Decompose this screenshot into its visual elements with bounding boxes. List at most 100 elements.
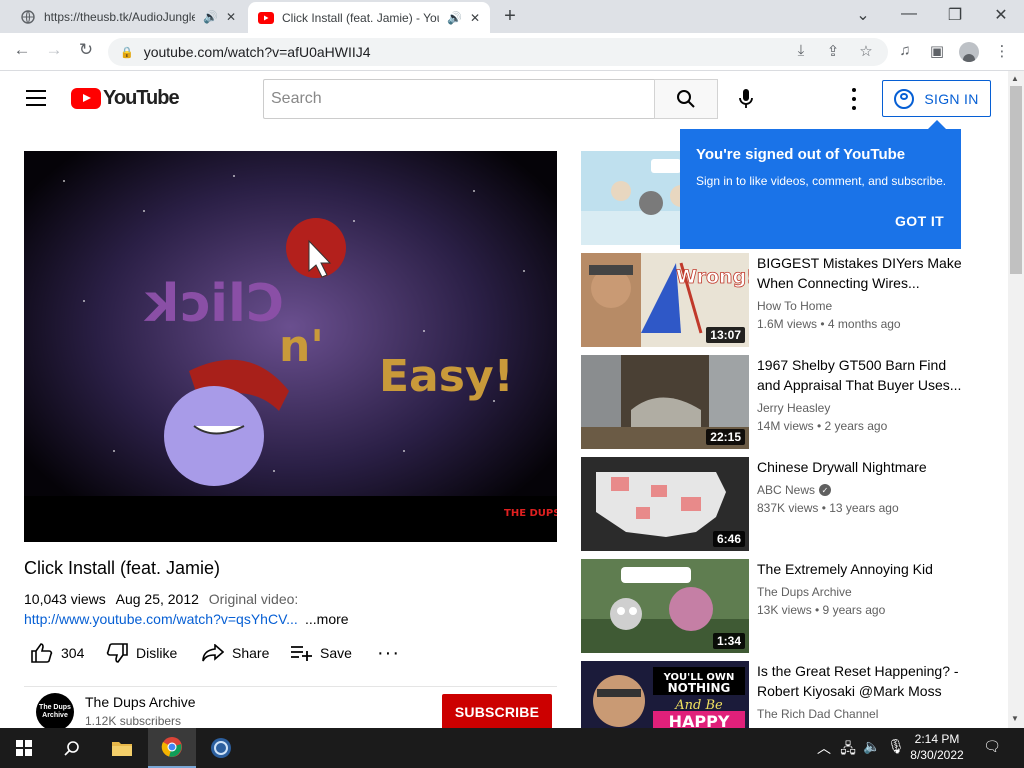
restore-button[interactable]: ❐ — [940, 5, 970, 25]
microphone-icon[interactable]: 🎙 — [886, 738, 906, 755]
audio-playing-icon[interactable]: 🔊 — [447, 11, 462, 25]
clock-time: 2:14 PM — [914, 732, 960, 746]
show-hidden-icons-chevron-icon[interactable]: ︿ — [814, 738, 834, 758]
search-input[interactable]: Search — [263, 79, 655, 119]
rec-thumb-text: NOTHING — [668, 681, 731, 695]
tab-search-icon[interactable]: ⌄ — [848, 5, 878, 25]
rec-thumbnail[interactable]: 1:34 — [581, 559, 749, 653]
dislike-button[interactable]: Dislike — [106, 642, 177, 664]
tab-title: https://theusb.tk/AudioJungle — [44, 9, 195, 24]
save-button[interactable]: Save — [290, 642, 352, 664]
audio-playing-icon[interactable]: 🔊 — [203, 10, 218, 24]
bookmark-star-icon[interactable]: ☆ — [855, 42, 877, 60]
chrome-taskbar-button[interactable] — [148, 728, 196, 768]
lock-icon[interactable]: 🔒 — [120, 46, 134, 59]
subscribe-button[interactable]: SUBSCRIBE — [442, 694, 552, 730]
video-duration: 6:46 — [712, 531, 745, 547]
taskbar-search-button[interactable] — [48, 728, 96, 768]
app-taskbar-button[interactable] — [197, 728, 245, 768]
got-it-button[interactable]: GOT IT — [895, 213, 944, 229]
close-tab-icon[interactable]: ✕ — [470, 11, 480, 25]
rec-thumbnail[interactable]: Wrong! 13:07 — [581, 253, 749, 347]
youtube-logo[interactable]: YouTube — [71, 87, 180, 110]
start-button[interactable] — [0, 728, 48, 768]
app-icon — [211, 738, 231, 758]
more-actions-icon[interactable]: ··· — [377, 642, 400, 664]
rec-item-5[interactable]: YOU'LL OWN NOTHING And Be HAPPY Is the Grea… — [581, 661, 981, 728]
rec-channel[interactable]: Jerry Heasley — [757, 401, 830, 415]
rec-title[interactable]: Is the Great Reset Happening? - Robert K… — [757, 661, 967, 701]
tab-title: Click Install (feat. Jamie) - YouTube — [282, 10, 439, 25]
share-icon[interactable]: ⇪ — [822, 42, 844, 60]
channel-avatar[interactable]: The Dups Archive — [36, 693, 74, 731]
file-explorer-button[interactable] — [98, 728, 146, 768]
rec-channel[interactable]: How To Home — [757, 299, 832, 313]
chrome-icon — [161, 737, 182, 757]
rec-thumbnail[interactable]: 6:46 — [581, 457, 749, 551]
rec-channel[interactable]: ABC News — [757, 483, 815, 497]
settings-menu-icon[interactable] — [844, 88, 864, 110]
channel-name[interactable]: The Dups Archive — [85, 694, 196, 710]
forward-arrow-icon[interactable]: → — [42, 40, 66, 60]
browser-menu-icon[interactable]: ⋮ — [991, 42, 1013, 60]
volume-icon[interactable]: 🔈 — [862, 738, 882, 755]
rec-title[interactable]: BIGGEST Mistakes DIYers Make When Connec… — [757, 253, 967, 293]
video-duration: 22:15 — [706, 429, 745, 445]
rec-thumbnail[interactable]: 22:15 — [581, 355, 749, 449]
rec-thumbnail[interactable]: YOU'LL OWN NOTHING And Be HAPPY — [581, 661, 749, 728]
frame-text-easy: Easy! — [379, 351, 514, 402]
video-frame: Click n' Easy! THE DUPS — [24, 151, 557, 542]
new-tab-button[interactable]: + — [498, 5, 522, 28]
voice-search-button[interactable] — [731, 84, 761, 114]
share-button[interactable]: Share — [202, 642, 269, 664]
rec-channel-row[interactable]: ABC News ✓ — [757, 483, 832, 497]
rec-channel[interactable]: The Dups Archive — [757, 585, 852, 599]
rec-item-4[interactable]: 1:34 The Extremely Annoying Kid The Dups… — [581, 559, 981, 653]
rec-item-2[interactable]: 22:15 1967 Shelby GT500 Barn Find and Ap… — [581, 355, 981, 449]
like-button[interactable]: 304 — [31, 642, 84, 664]
minimize-button[interactable]: — — [894, 5, 924, 23]
sign-in-label: SIGN IN — [924, 90, 979, 107]
original-video-label: Original video: — [208, 591, 299, 607]
install-app-icon[interactable]: ⤓ — [790, 42, 812, 59]
tab-audiojungle[interactable]: https://theusb.tk/AudioJungle 🔊 ✕ — [10, 0, 246, 33]
side-panel-icon[interactable]: ▣ — [926, 42, 948, 60]
rec-title[interactable]: The Extremely Annoying Kid — [757, 559, 967, 579]
description-link[interactable]: http://www.youtube.com/watch?v=qsYhCV... — [24, 611, 299, 627]
network-icon[interactable]: 🖧 — [838, 738, 858, 762]
share-arrow-icon — [202, 644, 224, 662]
search-icon — [64, 741, 79, 756]
globe-icon — [20, 9, 36, 25]
close-tab-icon[interactable]: ✕ — [226, 10, 236, 24]
rec-thumb-text: Wrong! — [676, 266, 749, 288]
rec-channel[interactable]: The Rich Dad Channel — [757, 707, 878, 721]
playlist-add-icon — [291, 646, 312, 661]
video-player[interactable]: Click n' Easy! THE DUPS — [24, 151, 557, 542]
scroll-down-arrow-icon[interactable]: ▼ — [1011, 714, 1019, 723]
rec-title[interactable]: 1967 Shelby GT500 Barn Find and Appraisa… — [757, 355, 967, 395]
tab-youtube[interactable]: Click Install (feat. Jamie) - YouTube 🔊 … — [248, 2, 490, 33]
search-button[interactable] — [654, 79, 718, 119]
scroll-up-arrow-icon[interactable]: ▲ — [1011, 74, 1019, 83]
view-count: 10,043 views — [24, 591, 106, 607]
back-arrow-icon[interactable]: ← — [10, 40, 34, 60]
rec-title[interactable]: Chinese Drywall Nightmare — [757, 457, 967, 477]
rec-item-3[interactable]: 6:46 Chinese Drywall Nightmare ABC News … — [581, 457, 981, 551]
profile-avatar-icon[interactable] — [959, 42, 979, 62]
close-window-button[interactable]: ✕ — [986, 5, 1016, 25]
rec-item-1[interactable]: Wrong! 13:07 BIGGEST Mistakes DIYers Mak… — [581, 253, 981, 347]
hamburger-menu-icon[interactable] — [26, 90, 46, 106]
notifications-icon[interactable]: 🗨 — [982, 738, 1002, 755]
scrollbar-thumb[interactable] — [1010, 86, 1022, 274]
taskbar-clock[interactable]: 2:14 PM 8/30/2022 — [905, 731, 969, 763]
sign-in-button[interactable]: SIGN IN — [882, 80, 991, 117]
address-bar[interactable]: 🔒 youtube.com/watch?v=afU0aHWIIJ4 — [108, 38, 888, 66]
reload-icon[interactable]: ↻ — [74, 40, 98, 60]
windows-logo-icon — [16, 740, 32, 756]
rec-thumb-text: And Be — [674, 698, 723, 713]
media-controls-icon[interactable]: ♫ — [894, 42, 916, 59]
folder-icon — [112, 742, 132, 756]
url-text: youtube.com/watch?v=afU0aHWIIJ4 — [143, 44, 371, 60]
show-more-button[interactable]: ...more — [305, 611, 349, 627]
thumbs-up-icon — [31, 643, 53, 663]
